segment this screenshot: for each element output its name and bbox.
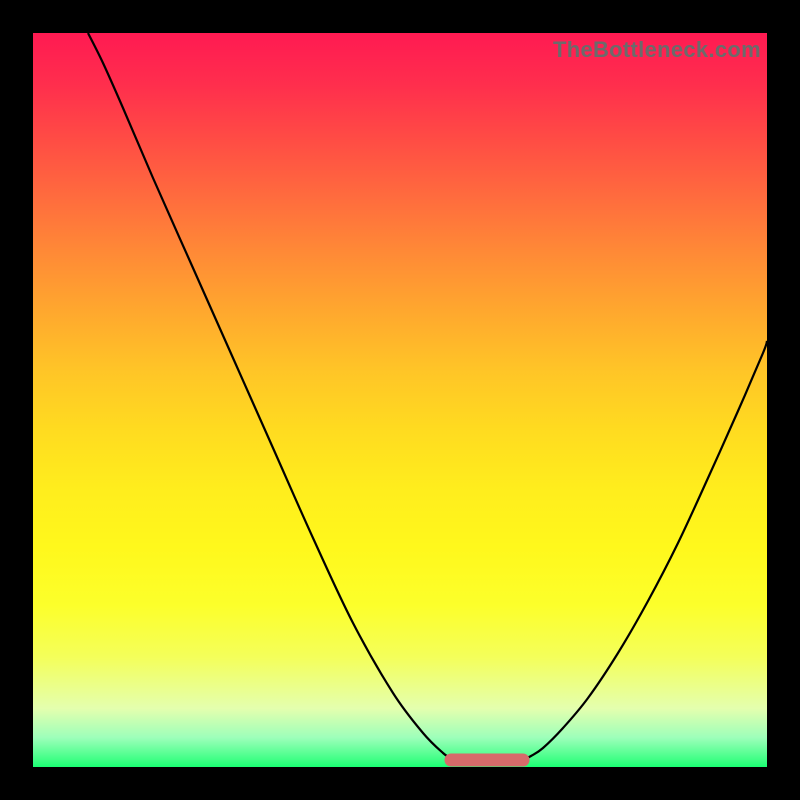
chart-plot-area: TheBottleneck.com — [33, 33, 767, 767]
curve-right — [523, 341, 767, 760]
curve-left — [88, 33, 458, 760]
chart-frame: TheBottleneck.com — [0, 0, 800, 800]
chart-svg — [33, 33, 767, 767]
